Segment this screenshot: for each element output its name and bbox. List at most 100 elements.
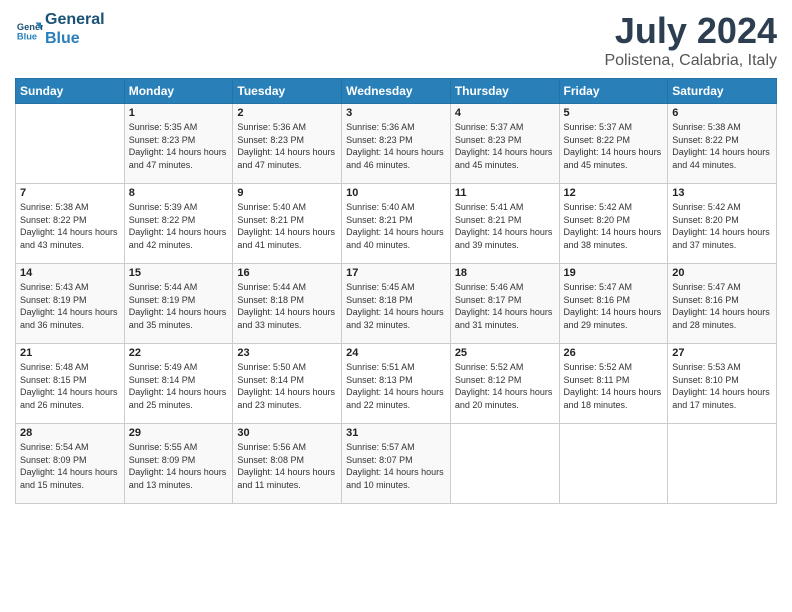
calendar-cell: 6 Sunrise: 5:38 AMSunset: 8:22 PMDayligh…: [668, 104, 777, 184]
week-row-1: 7 Sunrise: 5:38 AMSunset: 8:22 PMDayligh…: [16, 184, 777, 264]
calendar-cell: 20 Sunrise: 5:47 AMSunset: 8:16 PMDaylig…: [668, 264, 777, 344]
day-info: Sunrise: 5:55 AMSunset: 8:09 PMDaylight:…: [129, 441, 229, 491]
calendar-table: SundayMondayTuesdayWednesdayThursdayFrid…: [15, 78, 777, 504]
calendar-cell: 23 Sunrise: 5:50 AMSunset: 8:14 PMDaylig…: [233, 344, 342, 424]
calendar-cell: 29 Sunrise: 5:55 AMSunset: 8:09 PMDaylig…: [124, 424, 233, 504]
day-number: 24: [346, 347, 446, 359]
day-number: 15: [129, 267, 229, 279]
day-info: Sunrise: 5:40 AMSunset: 8:21 PMDaylight:…: [346, 201, 446, 251]
weekday-header-row: SundayMondayTuesdayWednesdayThursdayFrid…: [16, 79, 777, 104]
day-info: Sunrise: 5:49 AMSunset: 8:14 PMDaylight:…: [129, 361, 229, 411]
day-number: 26: [564, 347, 664, 359]
day-info: Sunrise: 5:54 AMSunset: 8:09 PMDaylight:…: [20, 441, 120, 491]
calendar-cell: 1 Sunrise: 5:35 AMSunset: 8:23 PMDayligh…: [124, 104, 233, 184]
day-number: 31: [346, 427, 446, 439]
month-title: July 2024: [604, 10, 777, 52]
day-number: 10: [346, 187, 446, 199]
calendar-cell: 10 Sunrise: 5:40 AMSunset: 8:21 PMDaylig…: [342, 184, 451, 264]
day-info: Sunrise: 5:52 AMSunset: 8:12 PMDaylight:…: [455, 361, 555, 411]
day-info: Sunrise: 5:41 AMSunset: 8:21 PMDaylight:…: [455, 201, 555, 251]
calendar-cell: 19 Sunrise: 5:47 AMSunset: 8:16 PMDaylig…: [559, 264, 668, 344]
logo-text-general: General: [45, 10, 105, 29]
calendar-cell: 15 Sunrise: 5:44 AMSunset: 8:19 PMDaylig…: [124, 264, 233, 344]
day-number: 8: [129, 187, 229, 199]
calendar-cell: [16, 104, 125, 184]
day-info: Sunrise: 5:37 AMSunset: 8:22 PMDaylight:…: [564, 121, 664, 171]
weekday-header-sunday: Sunday: [16, 79, 125, 104]
day-number: 27: [672, 347, 772, 359]
day-number: 9: [237, 187, 337, 199]
calendar-cell: 9 Sunrise: 5:40 AMSunset: 8:21 PMDayligh…: [233, 184, 342, 264]
day-info: Sunrise: 5:47 AMSunset: 8:16 PMDaylight:…: [564, 281, 664, 331]
calendar-cell: 3 Sunrise: 5:36 AMSunset: 8:23 PMDayligh…: [342, 104, 451, 184]
week-row-4: 28 Sunrise: 5:54 AMSunset: 8:09 PMDaylig…: [16, 424, 777, 504]
day-info: Sunrise: 5:46 AMSunset: 8:17 PMDaylight:…: [455, 281, 555, 331]
day-info: Sunrise: 5:40 AMSunset: 8:21 PMDaylight:…: [237, 201, 337, 251]
calendar-cell: 7 Sunrise: 5:38 AMSunset: 8:22 PMDayligh…: [16, 184, 125, 264]
day-number: 2: [237, 107, 337, 119]
day-info: Sunrise: 5:44 AMSunset: 8:19 PMDaylight:…: [129, 281, 229, 331]
calendar-cell: [668, 424, 777, 504]
day-info: Sunrise: 5:39 AMSunset: 8:22 PMDaylight:…: [129, 201, 229, 251]
day-number: 7: [20, 187, 120, 199]
calendar-cell: 13 Sunrise: 5:42 AMSunset: 8:20 PMDaylig…: [668, 184, 777, 264]
logo: General Blue General Blue: [15, 10, 105, 48]
day-number: 28: [20, 427, 120, 439]
calendar-cell: 24 Sunrise: 5:51 AMSunset: 8:13 PMDaylig…: [342, 344, 451, 424]
calendar-cell: 30 Sunrise: 5:56 AMSunset: 8:08 PMDaylig…: [233, 424, 342, 504]
day-number: 30: [237, 427, 337, 439]
svg-text:Blue: Blue: [17, 31, 37, 41]
day-number: 3: [346, 107, 446, 119]
weekday-header-saturday: Saturday: [668, 79, 777, 104]
day-number: 13: [672, 187, 772, 199]
calendar-cell: 14 Sunrise: 5:43 AMSunset: 8:19 PMDaylig…: [16, 264, 125, 344]
day-number: 19: [564, 267, 664, 279]
day-info: Sunrise: 5:43 AMSunset: 8:19 PMDaylight:…: [20, 281, 120, 331]
calendar-cell: 17 Sunrise: 5:45 AMSunset: 8:18 PMDaylig…: [342, 264, 451, 344]
day-number: 4: [455, 107, 555, 119]
week-row-3: 21 Sunrise: 5:48 AMSunset: 8:15 PMDaylig…: [16, 344, 777, 424]
day-number: 11: [455, 187, 555, 199]
weekday-header-tuesday: Tuesday: [233, 79, 342, 104]
calendar-cell: 4 Sunrise: 5:37 AMSunset: 8:23 PMDayligh…: [450, 104, 559, 184]
calendar-cell: 18 Sunrise: 5:46 AMSunset: 8:17 PMDaylig…: [450, 264, 559, 344]
day-info: Sunrise: 5:53 AMSunset: 8:10 PMDaylight:…: [672, 361, 772, 411]
day-info: Sunrise: 5:35 AMSunset: 8:23 PMDaylight:…: [129, 121, 229, 171]
calendar-cell: 31 Sunrise: 5:57 AMSunset: 8:07 PMDaylig…: [342, 424, 451, 504]
calendar-cell: 2 Sunrise: 5:36 AMSunset: 8:23 PMDayligh…: [233, 104, 342, 184]
weekday-header-thursday: Thursday: [450, 79, 559, 104]
location-title: Polistena, Calabria, Italy: [604, 52, 777, 70]
weekday-header-monday: Monday: [124, 79, 233, 104]
day-number: 16: [237, 267, 337, 279]
day-number: 29: [129, 427, 229, 439]
day-info: Sunrise: 5:37 AMSunset: 8:23 PMDaylight:…: [455, 121, 555, 171]
week-row-0: 1 Sunrise: 5:35 AMSunset: 8:23 PMDayligh…: [16, 104, 777, 184]
day-info: Sunrise: 5:45 AMSunset: 8:18 PMDaylight:…: [346, 281, 446, 331]
weekday-header-wednesday: Wednesday: [342, 79, 451, 104]
calendar-cell: 28 Sunrise: 5:54 AMSunset: 8:09 PMDaylig…: [16, 424, 125, 504]
calendar-cell: 5 Sunrise: 5:37 AMSunset: 8:22 PMDayligh…: [559, 104, 668, 184]
calendar-cell: 27 Sunrise: 5:53 AMSunset: 8:10 PMDaylig…: [668, 344, 777, 424]
calendar-cell: [450, 424, 559, 504]
calendar-cell: 11 Sunrise: 5:41 AMSunset: 8:21 PMDaylig…: [450, 184, 559, 264]
day-number: 14: [20, 267, 120, 279]
day-info: Sunrise: 5:36 AMSunset: 8:23 PMDaylight:…: [237, 121, 337, 171]
calendar-cell: 22 Sunrise: 5:49 AMSunset: 8:14 PMDaylig…: [124, 344, 233, 424]
calendar-cell: 8 Sunrise: 5:39 AMSunset: 8:22 PMDayligh…: [124, 184, 233, 264]
calendar-cell: 25 Sunrise: 5:52 AMSunset: 8:12 PMDaylig…: [450, 344, 559, 424]
day-number: 22: [129, 347, 229, 359]
header: General Blue General Blue July 2024 Poli…: [15, 10, 777, 70]
week-row-2: 14 Sunrise: 5:43 AMSunset: 8:19 PMDaylig…: [16, 264, 777, 344]
calendar-cell: 12 Sunrise: 5:42 AMSunset: 8:20 PMDaylig…: [559, 184, 668, 264]
calendar-cell: 26 Sunrise: 5:52 AMSunset: 8:11 PMDaylig…: [559, 344, 668, 424]
day-number: 25: [455, 347, 555, 359]
day-info: Sunrise: 5:38 AMSunset: 8:22 PMDaylight:…: [672, 121, 772, 171]
calendar-cell: 21 Sunrise: 5:48 AMSunset: 8:15 PMDaylig…: [16, 344, 125, 424]
day-number: 21: [20, 347, 120, 359]
day-info: Sunrise: 5:38 AMSunset: 8:22 PMDaylight:…: [20, 201, 120, 251]
calendar-cell: 16 Sunrise: 5:44 AMSunset: 8:18 PMDaylig…: [233, 264, 342, 344]
day-info: Sunrise: 5:51 AMSunset: 8:13 PMDaylight:…: [346, 361, 446, 411]
day-number: 6: [672, 107, 772, 119]
day-number: 1: [129, 107, 229, 119]
day-number: 18: [455, 267, 555, 279]
